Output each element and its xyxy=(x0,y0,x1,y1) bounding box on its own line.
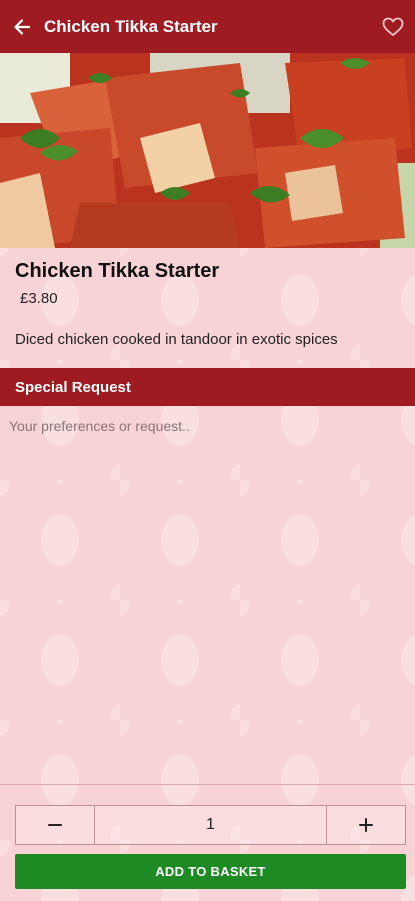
item-name: Chicken Tikka Starter xyxy=(15,260,220,282)
back-button[interactable] xyxy=(0,0,44,53)
add-to-basket-button[interactable]: ADD TO BASKET xyxy=(15,854,406,889)
page-title: Chicken Tikka Starter xyxy=(44,16,218,36)
plus-icon xyxy=(359,818,373,832)
item-price: £3.80 xyxy=(20,290,58,307)
item-photo xyxy=(0,53,415,248)
app-bar: Chicken Tikka Starter xyxy=(0,0,415,53)
heart-outline-icon xyxy=(382,17,404,36)
quantity-stepper: 1 xyxy=(15,805,406,845)
special-request-input[interactable] xyxy=(0,406,415,784)
special-request-heading: Special Request xyxy=(0,368,415,406)
increase-quantity-button[interactable] xyxy=(327,806,405,844)
quantity-value: 1 xyxy=(94,806,327,844)
minus-icon xyxy=(48,824,62,826)
favorite-button[interactable] xyxy=(371,0,415,53)
bottom-bar: 1 ADD TO BASKET xyxy=(0,784,415,901)
arrow-left-icon xyxy=(14,18,31,35)
decrease-quantity-button[interactable] xyxy=(16,806,94,844)
item-description: Diced chicken cooked in tandoor in exoti… xyxy=(15,331,338,348)
